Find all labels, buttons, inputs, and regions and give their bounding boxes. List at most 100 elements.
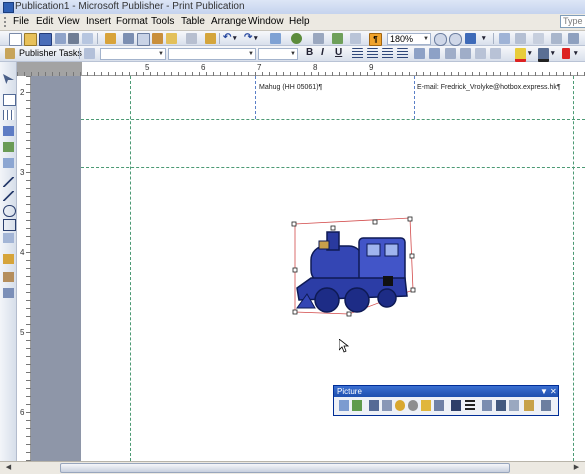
save-icon[interactable] (39, 33, 52, 46)
menu-tools[interactable]: Tools (151, 16, 174, 27)
redo-dropdown-icon[interactable]: ▾ (254, 34, 258, 42)
font-size-select[interactable]: ▼ (258, 48, 298, 60)
style-select[interactable]: ▼ (100, 48, 166, 60)
insert-picture-icon[interactable] (332, 33, 343, 44)
insert-picture-icon[interactable] (339, 400, 349, 411)
menu-window[interactable]: Window (248, 16, 284, 27)
special-characters-icon[interactable]: ¶ (369, 33, 382, 46)
textbox-icon[interactable] (350, 33, 361, 44)
text-direction-icon[interactable] (533, 33, 544, 44)
bring-forward-icon[interactable] (270, 33, 281, 44)
scroll-right-icon[interactable]: ▶ (571, 463, 582, 473)
styles-icon[interactable] (84, 48, 95, 59)
header-email-text[interactable]: E-mail: Fredrick_Vrolyke@hotbox.express.… (417, 84, 561, 91)
tasks-pane-icon[interactable] (5, 48, 15, 59)
menu-format[interactable]: Format (116, 16, 148, 27)
format-painter-icon[interactable] (166, 33, 177, 44)
more-contrast-icon[interactable] (369, 400, 379, 411)
close-icon[interactable]: ✕ (550, 386, 557, 397)
bullets-icon[interactable] (429, 48, 440, 59)
help-question-box[interactable]: Type a (560, 15, 585, 28)
italic-icon[interactable]: I (321, 47, 324, 58)
select-arrow-icon[interactable] (3, 74, 14, 84)
header-phone-text[interactable]: Mahug (HH 05061)¶ (259, 84, 322, 91)
line-color-icon[interactable] (538, 48, 549, 62)
align-center-icon[interactable] (367, 48, 378, 59)
text-box-icon[interactable] (3, 94, 16, 106)
help-icon[interactable] (465, 33, 476, 44)
line-tool-icon[interactable] (3, 177, 14, 187)
menu-edit[interactable]: Edit (36, 16, 53, 27)
rectangle-tool-icon[interactable] (3, 219, 16, 231)
font-color-dropdown-icon[interactable]: ▾ (574, 49, 578, 57)
line-style-icon[interactable] (451, 400, 461, 411)
design-gallery-icon[interactable] (3, 288, 14, 298)
toolbar-options-icon[interactable]: ▼ (540, 386, 548, 397)
clip-art-icon[interactable] (3, 158, 14, 168)
increase-indent-icon[interactable] (460, 48, 471, 59)
undo-icon[interactable]: ↶ (223, 32, 231, 43)
train-clipart[interactable] (287, 214, 417, 320)
picture-frame-icon[interactable] (3, 142, 14, 152)
zoom-select[interactable]: 180% ▼ (387, 33, 431, 45)
align-right-icon[interactable] (382, 48, 393, 59)
arrow-tool-icon[interactable] (3, 191, 14, 201)
scroll-left-icon[interactable]: ◀ (3, 463, 14, 473)
print-icon[interactable] (68, 33, 79, 44)
insert-hyperlink-icon[interactable] (291, 33, 302, 44)
bold-icon[interactable]: B (306, 47, 313, 58)
picture-options-icon[interactable] (541, 400, 551, 411)
increase-font-icon[interactable] (490, 48, 501, 59)
snap-icon[interactable] (568, 33, 579, 44)
picture-toolbar-title[interactable]: Picture (334, 386, 558, 397)
undo-dropdown-icon[interactable]: ▾ (233, 34, 237, 42)
fill-color-icon[interactable] (515, 48, 526, 62)
line-color-dropdown-icon[interactable]: ▾ (551, 49, 555, 57)
zoom-in-icon[interactable] (449, 33, 462, 46)
ruler-icon[interactable] (186, 33, 197, 44)
font-color-icon[interactable] (562, 48, 570, 59)
crop-icon[interactable] (421, 400, 431, 411)
columns-icon[interactable] (313, 33, 324, 44)
paste-icon[interactable] (152, 33, 163, 44)
horizontal-ruler[interactable]: 5 6 7 8 9 (17, 62, 585, 76)
menu-insert[interactable]: Insert (86, 16, 111, 27)
vertical-ruler[interactable]: 2 3 4 5 6 (17, 76, 31, 461)
permission-icon[interactable] (55, 33, 66, 44)
less-brightness-icon[interactable] (408, 400, 418, 411)
format-picture-icon[interactable] (496, 400, 506, 411)
zoom-out-icon[interactable] (434, 33, 447, 46)
menu-table[interactable]: Table (181, 16, 205, 27)
picture-toolbar[interactable]: Picture ▼ ✕ (333, 385, 559, 416)
wordart-icon[interactable] (3, 126, 14, 136)
research-icon[interactable] (105, 33, 116, 44)
print-preview-icon[interactable] (82, 33, 93, 44)
menu-view[interactable]: View (58, 16, 80, 27)
text-wrapping-icon[interactable] (482, 400, 492, 411)
new-icon[interactable] (9, 33, 22, 46)
redo-icon[interactable]: ↷ (244, 32, 252, 43)
font-name-select[interactable]: ▼ (168, 48, 256, 60)
numbering-icon[interactable] (414, 48, 425, 59)
horizontal-scrollbar[interactable]: ◀ ▶ (0, 461, 585, 474)
rotate-icon[interactable] (551, 33, 562, 44)
oval-tool-icon[interactable] (3, 205, 16, 217)
menu-grip[interactable] (4, 17, 9, 27)
copy-icon[interactable] (137, 33, 150, 46)
form-control-icon[interactable] (3, 272, 14, 282)
menu-file[interactable]: File (13, 16, 29, 27)
decrease-indent-icon[interactable] (445, 48, 456, 59)
justify-icon[interactable] (397, 48, 408, 59)
autoshapes-icon[interactable] (3, 233, 14, 243)
align-left-icon[interactable] (352, 48, 363, 59)
insert-table-icon[interactable] (3, 110, 14, 120)
scroll-thumb[interactable] (60, 463, 510, 473)
rotate-left-icon[interactable] (434, 400, 444, 411)
color-icon[interactable] (352, 400, 362, 411)
underline-icon[interactable]: U (335, 47, 342, 58)
toolbar-options-icon[interactable]: ▾ (482, 34, 486, 42)
set-transparent-color-icon[interactable] (509, 400, 519, 411)
reset-picture-icon[interactable] (524, 400, 534, 411)
brush-icon[interactable] (205, 33, 216, 44)
menu-arrange[interactable]: Arrange (211, 16, 247, 27)
